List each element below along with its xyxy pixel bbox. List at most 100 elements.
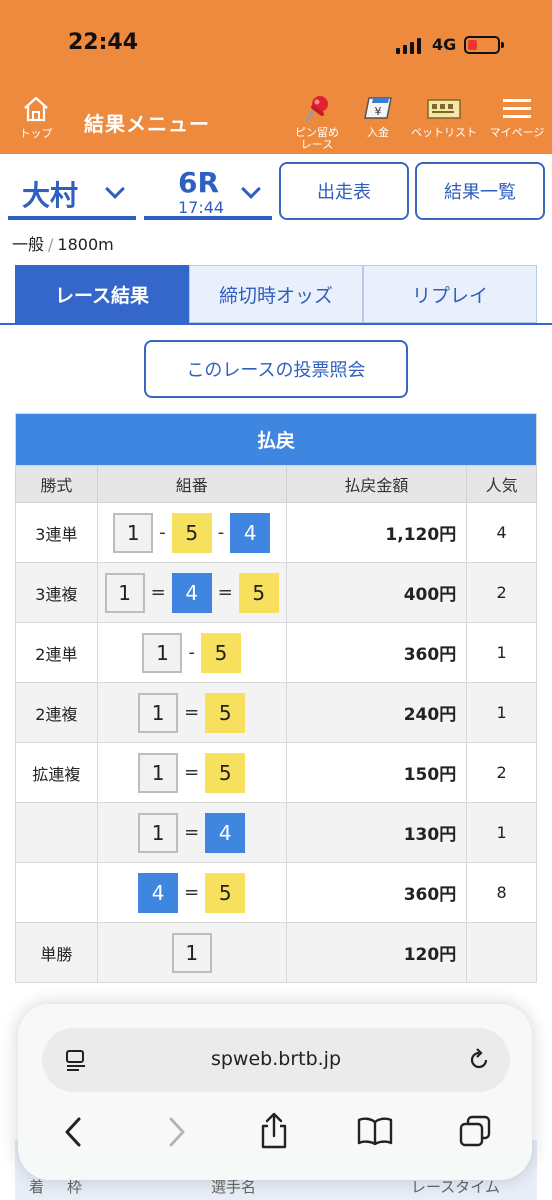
vote-inquiry-button[interactable]: このレースの投票照会 — [144, 340, 408, 398]
popularity: 2 — [466, 742, 537, 803]
race-info: 一般/1800m — [12, 235, 114, 254]
popularity: 4 — [466, 502, 537, 563]
share-icon[interactable] — [258, 1112, 290, 1150]
combination-cell: 1 = 4 — [96, 802, 287, 863]
nav-mypage[interactable]: マイページ — [486, 94, 548, 139]
combination: 1 = 4 = 5 — [98, 572, 286, 613]
boat-number-badge: 5 — [171, 512, 212, 553]
combination: 1-5 — [98, 632, 286, 673]
address-bar[interactable]: spweb.brtb.jp — [42, 1028, 510, 1092]
payout-amount: 120円 — [285, 922, 468, 983]
boat-number-badge: 5 — [238, 572, 279, 613]
tabs-icon[interactable] — [458, 1114, 492, 1148]
col-amount: 払戻金額 — [285, 465, 468, 503]
nav-betlist[interactable]: ベットリスト — [408, 94, 480, 139]
combination-separator: = — [184, 882, 200, 903]
boat-number-badge: 5 — [205, 872, 246, 913]
boat-number-badge: 5 — [200, 632, 241, 673]
menu-icon — [503, 99, 531, 118]
network-label: 4G — [432, 35, 457, 54]
boat-number-badge: 1 — [113, 512, 154, 553]
bet-type-cell: 3連複 — [15, 562, 98, 623]
browser-toolbar: spweb.brtb.jp — [18, 1004, 532, 1180]
payout-row: 3連複 1 = 4 = 5 400円 2 — [15, 562, 537, 623]
deposit-yen-icon: ¥ — [364, 97, 392, 119]
race-distance: 1800m — [57, 235, 114, 254]
race-time: 17:44 — [178, 198, 225, 217]
payout-row: 4 = 5 360円 8 — [15, 862, 537, 923]
boat-number-badge: 4 — [230, 512, 271, 553]
boat-number-badge: 1 — [104, 572, 145, 613]
payout-amount: 360円 — [285, 622, 468, 683]
combination: 4 = 5 — [98, 872, 286, 913]
popularity: 8 — [466, 862, 537, 923]
popularity: 1 — [466, 622, 537, 683]
payout-row: 1 = 4 130円 1 — [15, 802, 537, 863]
nav-deposit[interactable]: ¥ 入金 — [358, 94, 398, 139]
payout-amount: 130円 — [285, 802, 468, 863]
combination-separator: = — [184, 762, 200, 783]
tab-race-result[interactable]: レース結果 — [15, 265, 189, 323]
payout-row: 単勝 1 120円 — [15, 922, 537, 983]
nav-home-label: トップ — [19, 127, 53, 140]
boat-number-badge: 5 — [205, 692, 246, 733]
battery-icon — [464, 36, 504, 54]
popularity: 1 — [466, 802, 537, 863]
ticket-icon — [427, 99, 461, 119]
bet-type-cell — [15, 862, 98, 923]
boat-number-badge: 4 — [171, 572, 212, 613]
race-select[interactable]: 6R 17:44 — [144, 162, 272, 220]
popularity: 2 — [466, 562, 537, 623]
nav-pin-label-2: レース — [300, 138, 334, 151]
combination: 1 = 5 — [98, 752, 286, 793]
combination-separator: = — [184, 822, 200, 843]
race-selector-row: 大村 6R 17:44 出走表 結果一覧 — [0, 154, 552, 234]
boat-number-badge: 1 — [142, 632, 183, 673]
bet-type-cell — [15, 802, 98, 863]
boat-number-badge: 1 — [138, 692, 179, 733]
reload-icon[interactable] — [466, 1047, 492, 1073]
top-nav: トップ 結果メニュー ピン留め レース ¥ 入金 ベットリスト マイページ — [0, 88, 552, 154]
nav-betlist-label: ベットリスト — [411, 126, 477, 139]
back-arrow-icon[interactable] — [62, 1116, 84, 1148]
combination: 1-5-4 — [98, 512, 286, 553]
svg-text:¥: ¥ — [375, 105, 382, 118]
nav-home[interactable]: トップ — [14, 96, 58, 141]
forward-arrow-icon[interactable] — [166, 1116, 188, 1148]
results-list-button[interactable]: 結果一覧 — [415, 162, 545, 220]
boat-number-badge: 1 — [138, 752, 179, 793]
nav-deposit-label: 入金 — [367, 126, 389, 139]
boat-number-badge: 1 — [171, 932, 212, 973]
payout-row: 2連単 1-5 360円 1 — [15, 622, 537, 683]
nav-pin-race[interactable]: ピン留め レース — [286, 94, 348, 151]
col-bet-type: 勝式 — [15, 465, 98, 503]
race-grade: 一般 — [12, 235, 45, 254]
combination-separator: = — [150, 582, 166, 603]
entry-list-button[interactable]: 出走表 — [279, 162, 409, 220]
tab-replay[interactable]: リプレイ — [363, 265, 537, 323]
boat-number-badge: 1 — [138, 812, 179, 853]
bet-type-cell: 2連複 — [15, 682, 98, 743]
payout-row: 3連単 1-5-4 1,120円 4 — [15, 502, 537, 563]
bet-type-cell: 単勝 — [15, 922, 98, 983]
combination-cell: 1-5-4 — [96, 502, 287, 563]
payout-amount: 400円 — [285, 562, 468, 623]
venue-select[interactable]: 大村 — [8, 162, 136, 220]
combination-cell: 1 = 4 = 5 — [96, 562, 287, 623]
nav-mypage-label: マイページ — [489, 126, 545, 139]
combination-cell: 4 = 5 — [96, 862, 287, 923]
bookmarks-icon[interactable] — [356, 1116, 394, 1146]
bet-type-cell: 2連単 — [15, 622, 98, 683]
tab-closing-odds[interactable]: 締切時オッズ — [189, 265, 363, 323]
payout-amount: 240円 — [285, 682, 468, 743]
col-combination: 組番 — [96, 465, 287, 503]
combination-cell: 1 — [96, 922, 287, 983]
page-title: 結果メニュー — [84, 112, 210, 136]
chevron-down-icon — [241, 179, 261, 199]
bet-type-cell: 拡連複 — [15, 742, 98, 803]
combination-cell: 1 = 5 — [96, 742, 287, 803]
signal-icon — [396, 38, 421, 54]
race-number: 6R — [178, 166, 220, 199]
status-time: 22:44 — [68, 30, 139, 55]
venue-name: 大村 — [22, 179, 79, 212]
